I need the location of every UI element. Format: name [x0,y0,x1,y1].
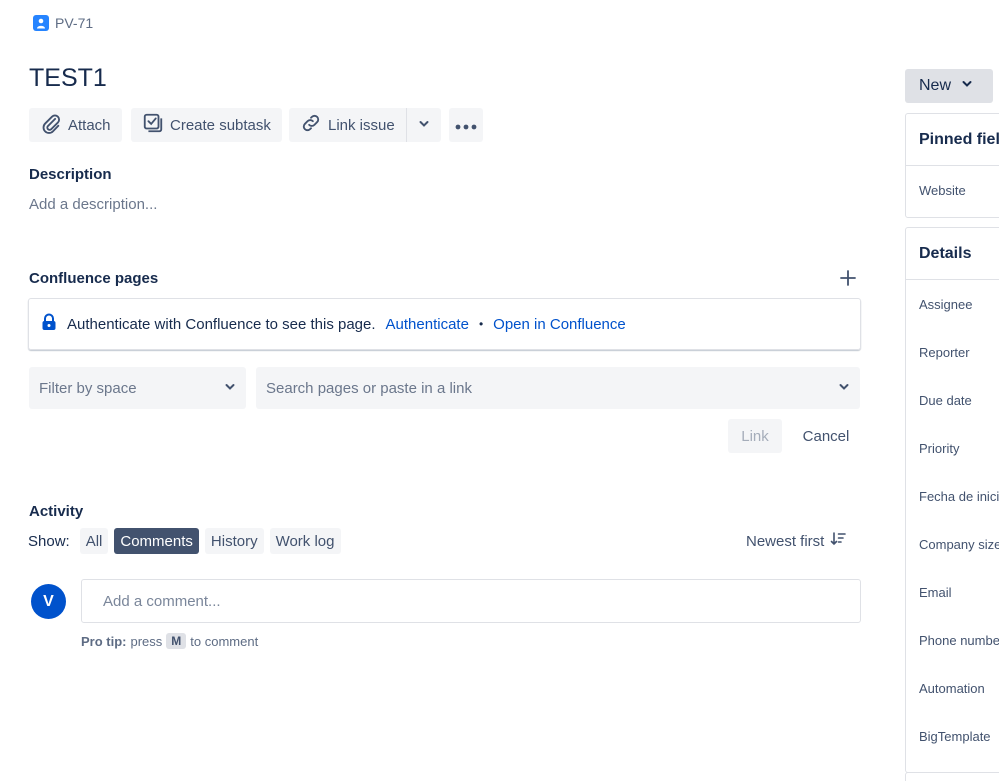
plus-icon [839,270,857,291]
link-separator: • [478,317,484,331]
field-company-size: Company size [919,536,999,552]
description-placeholder[interactable]: Add a description... [29,196,157,213]
more-icon [455,117,477,134]
field-priority: Priority [919,440,960,456]
paperclip-icon [40,112,62,138]
cancel-button[interactable]: Cancel [794,419,858,453]
pro-tip-prefix: Pro tip: [81,633,127,649]
filter-all[interactable]: All [79,528,109,554]
link-icon [300,112,322,138]
filter-comments[interactable]: Comments [114,528,199,554]
chevron-down-icon [838,380,850,397]
field-reporter: Reporter [919,344,970,360]
filter-by-space-select[interactable]: Filter by space [29,367,246,409]
link-issue-button[interactable]: Link issue [289,108,406,142]
field-phone-number: Phone number [919,632,999,648]
field-bigtemplate: BigTemplate [919,728,991,744]
confluence-pages-label: Confluence pages [29,270,159,287]
status-dropdown-button[interactable]: New [905,69,993,103]
issue-type-icon [33,15,49,31]
filter-work-log[interactable]: Work log [269,528,341,554]
details-title[interactable]: Details [906,228,999,280]
search-pages-placeholder: Search pages or paste in a link [266,379,472,397]
chevron-down-icon [961,77,973,95]
status-label: New [919,77,952,94]
sort-order-button[interactable]: Newest first [746,529,847,553]
link-issue-split-button: Link issue [289,108,441,142]
attach-button[interactable]: Attach [29,108,122,142]
avatar: V [31,584,66,619]
activity-label: Activity [29,503,84,520]
sort-label: Newest first [746,532,825,550]
auth-message: Authenticate with Confluence to see this… [67,315,376,333]
comment-input[interactable]: Add a comment... [81,579,861,623]
pro-tip: Pro tip: press M to comment [81,633,258,649]
chevron-down-icon [224,380,236,397]
add-confluence-page-button[interactable] [839,269,857,292]
pro-tip-suffix: to comment [190,633,259,649]
description-label: Description [29,166,112,183]
sort-descending-icon [830,532,847,550]
search-pages-select[interactable]: Search pages or paste in a link [256,367,860,409]
more-panel [905,772,999,781]
open-in-confluence-link[interactable]: Open in Confluence [493,316,626,333]
details-panel: Details Assignee Reporter Due date Prior… [905,227,999,773]
subtask-icon [142,112,164,138]
lock-icon [41,313,57,335]
create-subtask-button[interactable]: Create subtask [131,108,282,142]
field-automation: Automation [919,680,985,696]
field-assignee: Assignee [919,296,973,312]
pinned-fields-panel: Pinned fields Website [905,113,999,218]
authenticate-link[interactable]: Authenticate [386,316,469,333]
field-website: Website [919,182,966,198]
link-issue-dropdown-button[interactable] [407,108,441,142]
field-due-date: Due date [919,392,972,408]
create-subtask-label: Create subtask [170,116,271,134]
show-label: Show: [28,532,70,550]
field-email: Email [919,584,952,600]
link-issue-label: Link issue [328,116,395,134]
field-fecha-de-inicio: Fecha de inicio [919,488,999,504]
pro-tip-press: press [130,633,163,649]
issue-key-text: PV-71 [55,15,94,31]
filter-by-space-placeholder: Filter by space [39,379,137,397]
link-page-button[interactable]: Link [728,419,782,453]
confluence-auth-banner: Authenticate with Confluence to see this… [28,298,861,350]
more-actions-button[interactable] [449,108,483,142]
pro-tip-key: M [166,633,187,649]
pinned-fields-title[interactable]: Pinned fields [906,114,999,166]
issue-key-breadcrumb[interactable]: PV-71 [33,15,93,31]
filter-history[interactable]: History [204,528,264,554]
activity-filter-row: Show: All Comments History Work log [28,528,341,554]
issue-title[interactable]: TEST1 [29,64,107,93]
attach-label: Attach [68,116,111,134]
chevron-down-icon [418,117,430,134]
